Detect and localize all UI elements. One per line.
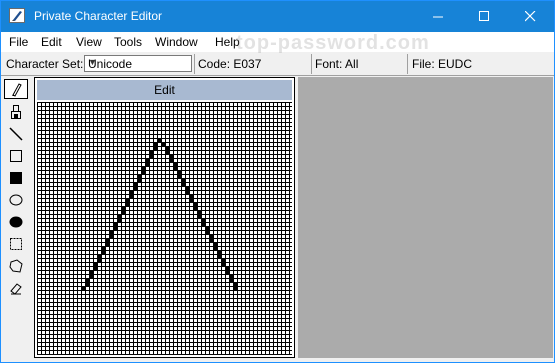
freeform-selection-tool[interactable] — [4, 256, 28, 276]
brush-icon — [11, 105, 21, 119]
character-info-bar: Character Set: Unicode ▼ Code: E037 Font… — [1, 53, 554, 76]
glyph-pixel — [81, 286, 86, 291]
separator — [311, 54, 312, 74]
menu-view[interactable]: View — [76, 35, 102, 49]
filled-ellipse-icon — [9, 216, 23, 228]
filled-ellipse-tool[interactable] — [4, 212, 28, 232]
menu-window[interactable]: Window — [155, 35, 198, 49]
line-tool[interactable] — [4, 124, 28, 144]
menu-tools[interactable]: Tools — [114, 35, 142, 49]
separator — [194, 54, 195, 74]
maximize-button[interactable] — [461, 1, 507, 32]
minimize-button[interactable] — [415, 1, 461, 32]
chevron-down-icon: ▼ — [88, 57, 97, 67]
eraser-tool[interactable] — [4, 278, 28, 298]
pencil-icon — [12, 83, 22, 97]
app-window: Private Character Editor File Edit View … — [0, 0, 555, 363]
hollow-rectangle-icon — [10, 150, 22, 162]
freeform-selection-icon — [9, 259, 23, 273]
menu-edit[interactable]: Edit — [41, 35, 62, 49]
menu-file[interactable]: File — [9, 35, 28, 49]
close-icon — [524, 11, 535, 22]
hollow-rectangle-tool[interactable] — [4, 146, 28, 166]
line-icon — [9, 127, 23, 141]
edit-title: Edit — [154, 83, 175, 97]
file-label: File: EUDC — [412, 57, 473, 71]
glyph-pixel — [233, 286, 238, 291]
toolbox — [4, 77, 29, 357]
edit-panel: Edit — [34, 77, 295, 358]
charset-select[interactable]: Unicode ▼ — [84, 55, 192, 72]
close-button[interactable] — [507, 1, 553, 32]
app-icon — [9, 8, 25, 23]
window-title: Private Character Editor — [34, 9, 163, 23]
hollow-ellipse-icon — [9, 194, 23, 206]
glyph-edit-grid[interactable] — [37, 102, 292, 355]
font-label: Font: All — [315, 57, 359, 71]
rectangular-selection-tool[interactable] — [4, 234, 28, 254]
code-label: Code: E037 — [198, 57, 262, 71]
separator — [407, 54, 408, 74]
rectangular-selection-icon — [10, 238, 22, 250]
watermark: top-password.com — [236, 32, 430, 54]
pencil-tool[interactable] — [4, 79, 28, 99]
hollow-ellipse-tool[interactable] — [4, 190, 28, 210]
brush-tool[interactable] — [4, 102, 28, 122]
edit-header: Edit — [37, 80, 292, 100]
menu-bar: File Edit View Tools Window Help top-pas… — [1, 32, 554, 54]
filled-rectangle-icon — [10, 172, 22, 184]
reference-area — [298, 77, 553, 358]
eraser-icon — [10, 283, 22, 295]
charset-label: Character Set: — [6, 57, 84, 71]
title-bar[interactable]: Private Character Editor — [1, 1, 554, 32]
filled-rectangle-tool[interactable] — [4, 168, 28, 188]
maximize-icon — [478, 11, 489, 21]
minimize-icon — [432, 16, 443, 18]
